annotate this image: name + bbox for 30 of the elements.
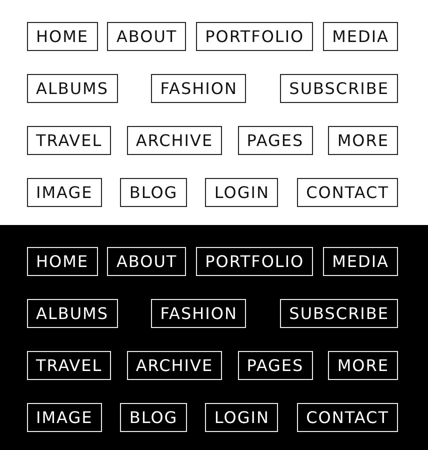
- nav-button[interactable]: MORE: [328, 351, 398, 380]
- nav-button[interactable]: PORTFOLIO: [196, 22, 314, 51]
- nav-button[interactable]: ABOUT: [107, 22, 186, 51]
- nav-button[interactable]: ARCHIVE: [126, 126, 222, 155]
- nav-button[interactable]: CONTACT: [297, 178, 398, 207]
- nav-button[interactable]: SUBSCRIBE: [280, 74, 398, 103]
- nav-button[interactable]: PAGES: [238, 126, 313, 155]
- nav-button[interactable]: BLOG: [120, 178, 187, 207]
- nav-button[interactable]: IMAGE: [27, 403, 102, 432]
- nav-button[interactable]: TRAVEL: [27, 351, 112, 380]
- nav-button[interactable]: ABOUT: [107, 247, 186, 276]
- nav-button[interactable]: ALBUMS: [27, 74, 118, 103]
- nav-button[interactable]: MEDIA: [323, 22, 398, 51]
- nav-button[interactable]: PORTFOLIO: [196, 247, 314, 276]
- nav-button[interactable]: HOME: [27, 22, 98, 51]
- nav-button[interactable]: LOGIN: [205, 178, 278, 207]
- nav-button[interactable]: ALBUMS: [27, 299, 118, 328]
- nav-button[interactable]: MORE: [328, 126, 398, 155]
- nav-button[interactable]: CONTACT: [297, 403, 398, 432]
- nav-button[interactable]: PAGES: [238, 351, 313, 380]
- nav-button[interactable]: BLOG: [120, 403, 187, 432]
- nav-button[interactable]: ARCHIVE: [126, 351, 222, 380]
- nav-button[interactable]: MEDIA: [323, 247, 398, 276]
- nav-button[interactable]: LOGIN: [205, 403, 278, 432]
- nav-button[interactable]: TRAVEL: [27, 126, 112, 155]
- nav-button[interactable]: SUBSCRIBE: [280, 299, 398, 328]
- nav-button[interactable]: HOME: [27, 247, 98, 276]
- nav-button[interactable]: FASHION: [151, 74, 246, 103]
- nav-button[interactable]: IMAGE: [27, 178, 102, 207]
- nav-button[interactable]: FASHION: [151, 299, 246, 328]
